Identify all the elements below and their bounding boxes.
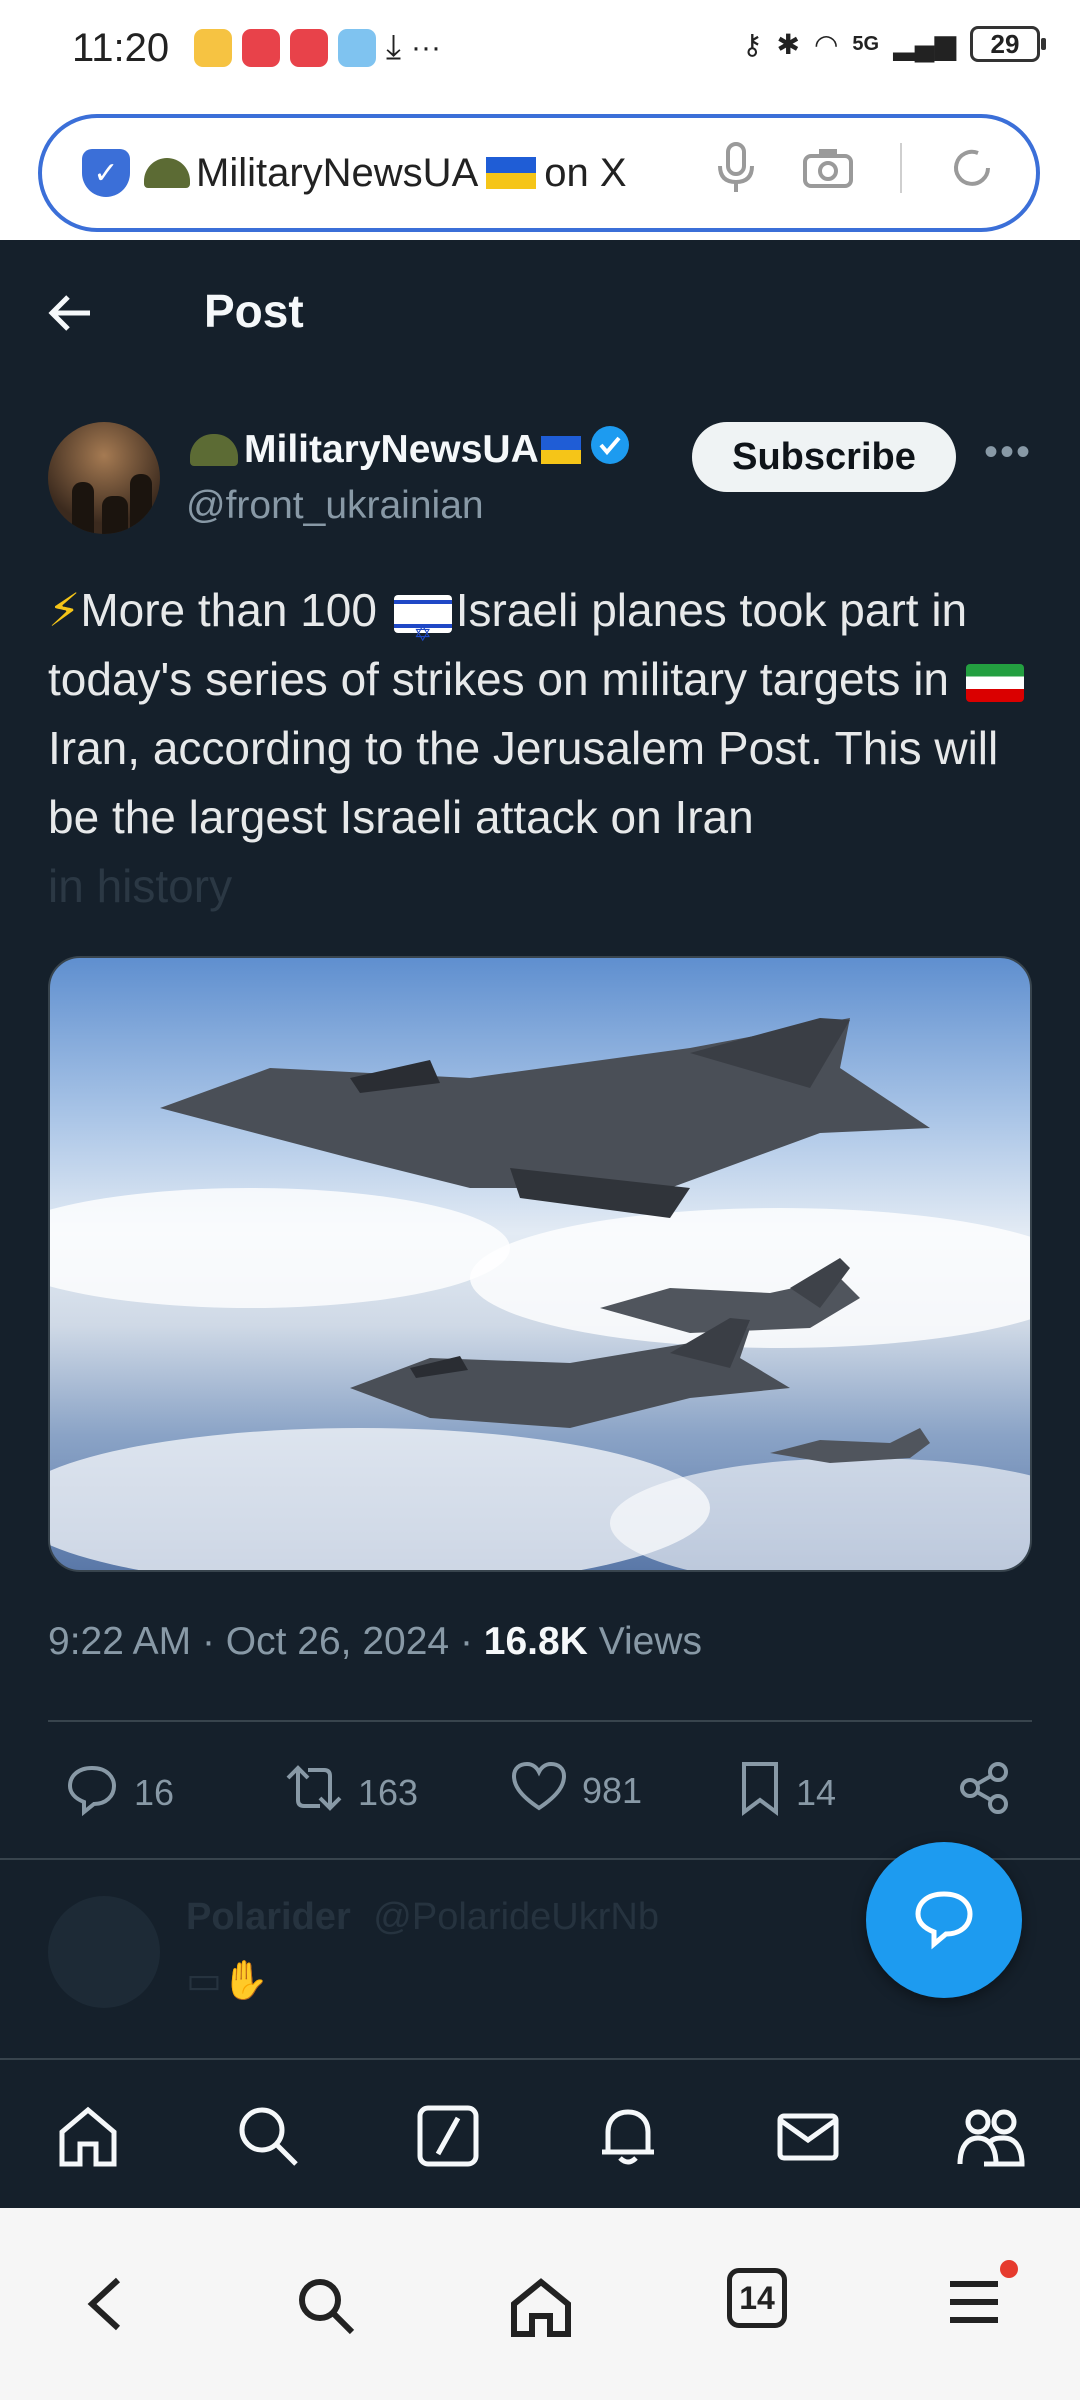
reply-snippet: ▭✋ [186, 1958, 269, 2003]
ukraine-flag-icon [486, 157, 537, 189]
reply-button[interactable]: 16 [64, 1760, 174, 1825]
address-bar-separator [900, 143, 902, 193]
network-type: 5G [852, 32, 880, 55]
floating-reply-button[interactable] [866, 1842, 1022, 1998]
camera-icon[interactable] [802, 146, 854, 190]
tweet-text-part3: Iran, according to the Jerusalem Post. T… [48, 722, 999, 843]
more-options-icon[interactable]: ••• [984, 430, 1032, 475]
download-icon: ⤓ [386, 28, 402, 66]
like-count: 981 [582, 1769, 643, 1811]
avatar-silhouette [130, 474, 152, 534]
fighter-jet-large [160, 1018, 930, 1463]
browser-back-icon[interactable] [82, 2274, 132, 2339]
grok-icon[interactable] [414, 2102, 482, 2175]
avatar-silhouette [102, 496, 128, 534]
app-icon-red-2 [290, 28, 328, 67]
page-title: Post [204, 285, 304, 337]
reply-author-name: Polarider [186, 1896, 351, 1938]
share-icon [956, 1760, 1012, 1825]
page-title-in-address-bar[interactable]: MilitaryNewsUA on X [144, 151, 627, 196]
meta-separator: · [459, 1620, 484, 1663]
tweet-text-faded: in history [48, 860, 233, 912]
security-shield-icon[interactable]: ✓ [82, 149, 130, 197]
repost-icon [284, 1760, 344, 1825]
meta-separator: · [201, 1620, 226, 1663]
back-arrow-icon[interactable] [46, 288, 96, 343]
chat-bubble-icon [912, 1886, 976, 1955]
lightning-emoji-icon: ⚡ [48, 584, 81, 636]
tabs-count-button[interactable]: 14 [727, 2268, 787, 2328]
bookmark-icon [738, 1760, 782, 1825]
tweet-time[interactable]: 9:22 AM [48, 1620, 191, 1663]
reply-author[interactable]: Polarider @PolarideUkrNb [186, 1896, 659, 1939]
messages-envelope-icon[interactable] [774, 2102, 842, 2175]
tweet-text-part1: More than 100 [80, 584, 390, 636]
reply-avatar[interactable] [48, 1896, 160, 2008]
reply-author-handle: @PolarideUkrNb [373, 1896, 659, 1938]
wifi-icon: ◠ [813, 28, 839, 60]
views-count: 16.8K [483, 1620, 588, 1663]
reply-icon [64, 1760, 120, 1825]
weibo-app-icon [194, 28, 232, 67]
tweet-image[interactable] [48, 956, 1032, 1572]
browser-menu-icon[interactable] [946, 2274, 1002, 2335]
browser-bottom-bar: 14 [0, 2208, 1080, 2400]
tweet-text: ⚡More than 100 Israeli planes took part … [48, 576, 1038, 921]
author-name-row[interactable]: MilitaryNewsUA [190, 424, 631, 476]
helmet-emoji-icon [190, 434, 238, 466]
iran-flag-icon [965, 663, 1024, 702]
browser-search-icon[interactable] [294, 2274, 358, 2343]
bluetooth-icon: ✱ [776, 28, 800, 60]
battery-indicator: 29 [970, 26, 1046, 62]
subscribe-button[interactable]: Subscribe [692, 422, 956, 492]
menu-notification-dot [1000, 2260, 1018, 2278]
status-bar: 11:20 ⤓ ··· ⚷ ✱ ◠ 5G ▂▄▆ 29 [0, 0, 1080, 100]
repost-count: 163 [358, 1771, 419, 1813]
tweet-meta: 9:22 AM · Oct 26, 2024 · 16.8K Views [48, 1620, 702, 1664]
like-button[interactable]: 981 [510, 1760, 642, 1821]
reply-emoji-icon: ▭✋ [186, 1960, 270, 2002]
search-icon[interactable] [234, 2102, 302, 2175]
reload-icon[interactable] [948, 144, 996, 192]
home-icon[interactable] [54, 2102, 122, 2175]
share-button[interactable] [956, 1760, 1012, 1825]
verified-badge-icon [589, 424, 631, 476]
status-time: 11:20 [72, 26, 170, 70]
ukraine-flag-icon [540, 436, 581, 464]
post-header: Post [0, 240, 1080, 390]
app-bottom-nav [0, 2058, 1080, 2208]
browser-toolbar: ✓ MilitaryNewsUA on X [0, 100, 1080, 240]
views-label: Views [598, 1620, 703, 1663]
notifications-bell-icon[interactable] [594, 2102, 662, 2175]
key-icon: ⚷ [741, 28, 763, 60]
author-name[interactable]: MilitaryNewsUA [244, 428, 539, 472]
bookmark-button[interactable]: 14 [738, 1760, 836, 1825]
notification-icons: ⤓ ··· [194, 28, 441, 67]
communities-icon[interactable] [954, 2102, 1026, 2175]
author-avatar[interactable] [48, 422, 160, 534]
bookmark-count: 14 [796, 1771, 837, 1813]
status-indicators: ⚷ ✱ ◠ 5G ▂▄▆ 29 [741, 26, 1046, 62]
app-icon-red-1 [242, 28, 280, 67]
tweet-date[interactable]: Oct 26, 2024 [226, 1620, 449, 1663]
more-notifications-icon: ··· [411, 30, 442, 64]
signal-icon: ▂▄▆ [893, 28, 956, 60]
reply-count: 16 [134, 1771, 175, 1813]
address-bar[interactable]: ✓ MilitaryNewsUA on X [38, 114, 1040, 232]
helmet-emoji-icon [144, 158, 190, 188]
divider [48, 1720, 1032, 1722]
microphone-icon[interactable] [716, 140, 756, 196]
heart-icon [510, 1760, 568, 1821]
browser-home-icon[interactable] [506, 2274, 576, 2345]
weather-app-icon [338, 28, 376, 67]
repost-button[interactable]: 163 [284, 1760, 418, 1825]
avatar-silhouette [72, 482, 94, 534]
tweet-actions: 16 163 981 14 [48, 1752, 1032, 1832]
url-title-prefix: MilitaryNewsUA [196, 150, 479, 195]
url-title-suffix: on X [544, 150, 627, 195]
israel-flag-icon [393, 594, 452, 668]
author-handle[interactable]: @front_ukrainian [186, 484, 484, 528]
